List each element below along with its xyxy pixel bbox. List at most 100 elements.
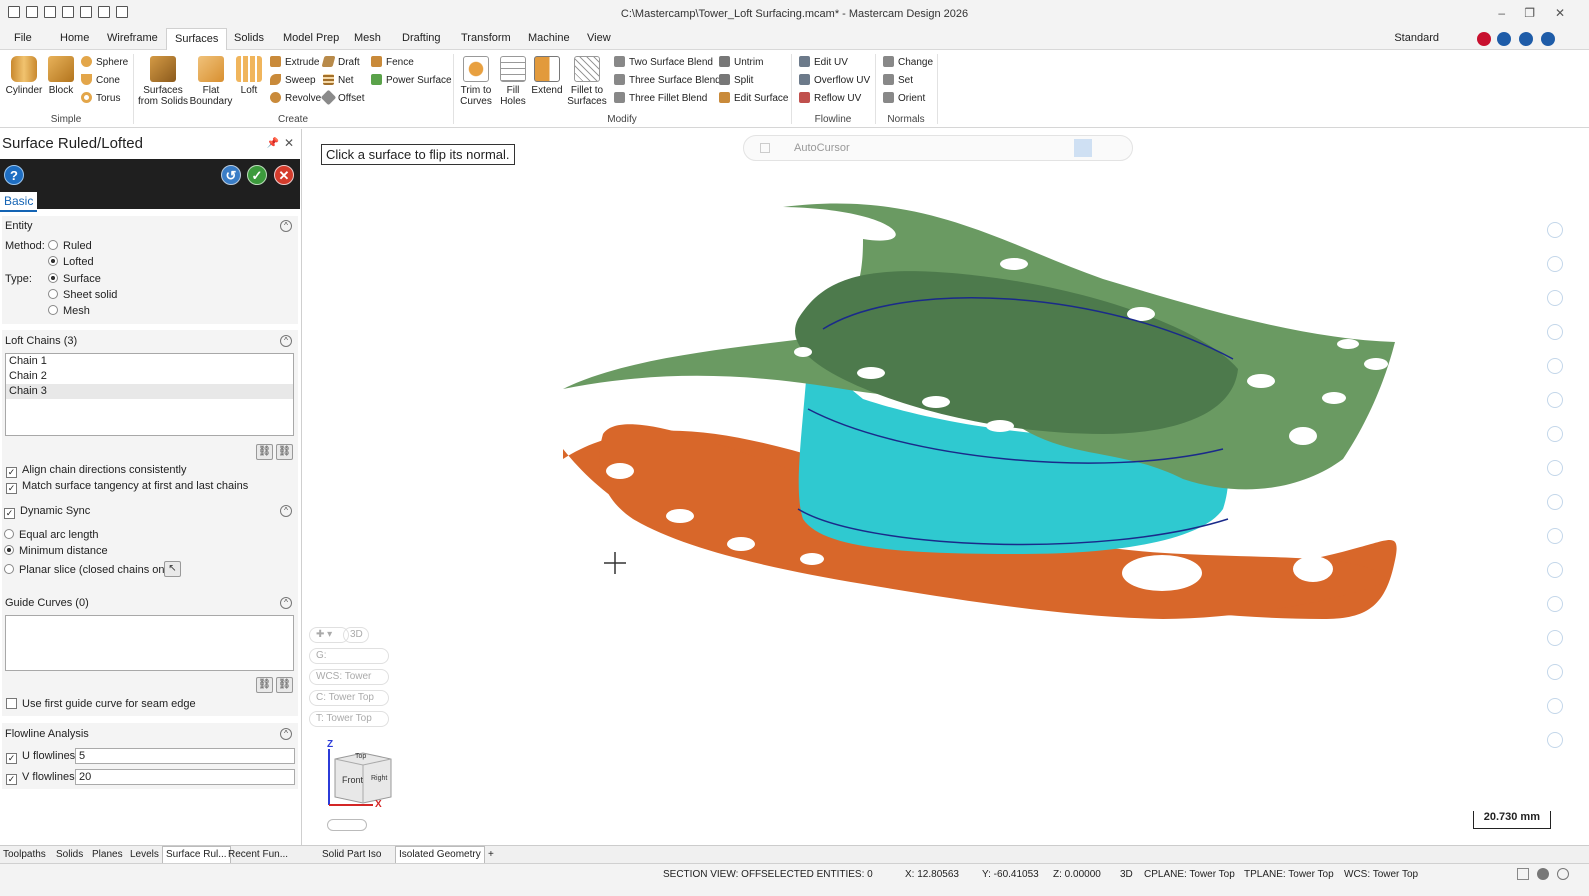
cone-button[interactable]: Cone: [81, 74, 120, 86]
color-icon[interactable]: [1547, 528, 1563, 544]
pin-icon[interactable]: 📌: [267, 138, 279, 149]
tab-recent-functions[interactable]: Recent Fun...: [228, 849, 288, 860]
tab-drafting[interactable]: Drafting: [396, 32, 447, 44]
collapse-icon[interactable]: ^: [280, 728, 292, 740]
extrude-button[interactable]: Extrude: [270, 56, 319, 68]
tab-surface-ruled[interactable]: Surface Rul...: [162, 846, 231, 864]
tab-solid-part-iso[interactable]: Solid Part Iso: [322, 849, 381, 860]
ok-and-create-icon[interactable]: ↺: [221, 165, 241, 185]
share-icon[interactable]: [1497, 32, 1511, 46]
gview-field[interactable]: G:: [309, 648, 389, 664]
match-tangency-checkbox[interactable]: ✓ Match surface tangency at first and las…: [6, 480, 248, 494]
info-icon[interactable]: [1519, 32, 1533, 46]
type-mesh-radio[interactable]: Mesh: [48, 305, 90, 317]
hatch-icon[interactable]: [1547, 596, 1563, 612]
tab-transform[interactable]: Transform: [455, 32, 517, 44]
mode-toggle[interactable]: 3D: [1120, 869, 1133, 880]
edit-uv-button[interactable]: Edit UV: [799, 56, 848, 68]
solid-icon[interactable]: [1547, 460, 1563, 476]
add-icon[interactable]: [1547, 222, 1563, 238]
tab-basic[interactable]: Basic: [0, 192, 38, 212]
tab-home[interactable]: Home: [54, 32, 95, 44]
tab-machine[interactable]: Machine: [522, 32, 576, 44]
tab-isolated-geometry[interactable]: Isolated Geometry: [395, 846, 485, 864]
change-normal-button[interactable]: Change: [883, 56, 933, 68]
ok-icon[interactable]: ✓: [247, 165, 267, 185]
net-button[interactable]: Net: [323, 74, 354, 86]
layers-icon[interactable]: [1547, 664, 1563, 680]
z-coordinate[interactable]: Z: 0.00000: [1053, 869, 1101, 880]
wcs-status[interactable]: WCS: Tower Top: [1344, 869, 1418, 880]
chain-item[interactable]: Chain 3: [6, 384, 293, 399]
surfaces-from-solids-button[interactable]: Surfaces from Solids: [136, 54, 190, 107]
flat-boundary-button[interactable]: Flat Boundary: [188, 54, 234, 107]
untrim-button[interactable]: Untrim: [719, 56, 763, 68]
tab-mesh[interactable]: Mesh: [348, 32, 387, 44]
fence-button[interactable]: Fence: [371, 56, 414, 68]
close-window-icon[interactable]: ✕: [1555, 6, 1565, 20]
split-button[interactable]: Split: [719, 74, 753, 86]
tab-solids-manager[interactable]: Solids: [56, 849, 83, 860]
method-ruled-radio[interactable]: Ruled: [48, 240, 92, 252]
offset-button[interactable]: Offset: [320, 89, 365, 106]
dynamic-sync-checkbox[interactable]: ✓ Dynamic Sync: [4, 505, 90, 519]
tab-planes[interactable]: Planes: [92, 849, 123, 860]
seam-edge-checkbox[interactable]: Use first guide curve for seam edge: [6, 698, 196, 710]
tab-levels[interactable]: Levels: [130, 849, 159, 860]
add-view-tab[interactable]: +: [488, 849, 494, 860]
type-sheet-solid-radio[interactable]: Sheet solid: [48, 289, 117, 301]
sphere-button[interactable]: Sphere: [81, 56, 128, 68]
curve-icon[interactable]: [1547, 324, 1563, 340]
cylinder-button[interactable]: Cylinder: [4, 54, 44, 96]
u-flowlines-input[interactable]: 5: [75, 748, 295, 764]
surface-model[interactable]: [303, 129, 1589, 845]
tab-file[interactable]: File: [8, 32, 38, 44]
account-icon[interactable]: [1477, 32, 1491, 46]
three-surface-blend-button[interactable]: Three Surface Blend: [614, 74, 721, 86]
view-3d-toggle[interactable]: 3D: [343, 627, 369, 643]
chain-item[interactable]: Chain 2: [6, 369, 293, 384]
help-icon[interactable]: ?: [4, 165, 24, 185]
measure-icon[interactable]: [1547, 256, 1563, 272]
collapse-icon[interactable]: ^: [280, 335, 292, 347]
loft-button[interactable]: Loft: [234, 54, 264, 96]
revolve-button[interactable]: Revolve: [270, 92, 321, 104]
equal-arc-radio[interactable]: Equal arc length: [4, 529, 99, 541]
collapse-icon[interactable]: ^: [280, 505, 292, 517]
wcs-field[interactable]: WCS: Tower: [309, 669, 389, 685]
v-flowlines-input[interactable]: 20: [75, 769, 295, 785]
torus-button[interactable]: Torus: [81, 92, 120, 104]
chain-item[interactable]: Chain 1: [6, 354, 293, 369]
tab-wireframe[interactable]: Wireframe: [101, 32, 164, 44]
chain-list[interactable]: Chain 1 Chain 2 Chain 3: [5, 353, 294, 436]
three-fillet-blend-button[interactable]: Three Fillet Blend: [614, 92, 707, 104]
select-chain-icon[interactable]: ⛓: [256, 444, 273, 460]
clear-icon[interactable]: [1547, 732, 1563, 748]
select-guide-icon[interactable]: ⛓: [256, 677, 273, 693]
copy-icon[interactable]: [1547, 494, 1563, 510]
orient-normal-button[interactable]: Orient: [883, 92, 925, 104]
close-panel-icon[interactable]: ✕: [284, 136, 294, 150]
draft-button[interactable]: Draft: [321, 56, 360, 68]
overflow-uv-button[interactable]: Overflow UV: [799, 74, 870, 86]
tab-model-prep[interactable]: Model Prep: [277, 32, 345, 44]
minimize-icon[interactable]: –: [1498, 6, 1505, 20]
tab-view[interactable]: View: [581, 32, 617, 44]
collapse-icon[interactable]: ^: [280, 597, 292, 609]
shading-icon[interactable]: [1537, 868, 1549, 880]
v-flowlines-checkbox[interactable]: ✓ V flowlines:: [6, 771, 78, 785]
select-slice-plane-icon[interactable]: ↖: [164, 561, 181, 577]
tplane-status[interactable]: TPLANE: Tower Top: [1244, 869, 1334, 880]
type-surface-radio[interactable]: Surface: [48, 273, 101, 285]
tab-surfaces[interactable]: Surfaces: [166, 28, 228, 50]
cplane-status[interactable]: CPLANE: Tower Top: [1144, 869, 1235, 880]
view-cube[interactable]: Z X Front Right Top: [313, 739, 399, 811]
restore-icon[interactable]: ❐: [1524, 6, 1535, 20]
wireframe-icon[interactable]: [1557, 868, 1569, 880]
section-view-status[interactable]: SECTION VIEW: OFF: [663, 869, 761, 880]
tplane-field[interactable]: T: Tower Top: [309, 711, 389, 727]
tab-toolpaths[interactable]: Toolpaths: [3, 849, 46, 860]
cplane-field[interactable]: C: Tower Top: [309, 690, 389, 706]
analyze-icon[interactable]: [1547, 358, 1563, 374]
u-flowlines-checkbox[interactable]: ✓ U flowlines:: [6, 750, 78, 764]
